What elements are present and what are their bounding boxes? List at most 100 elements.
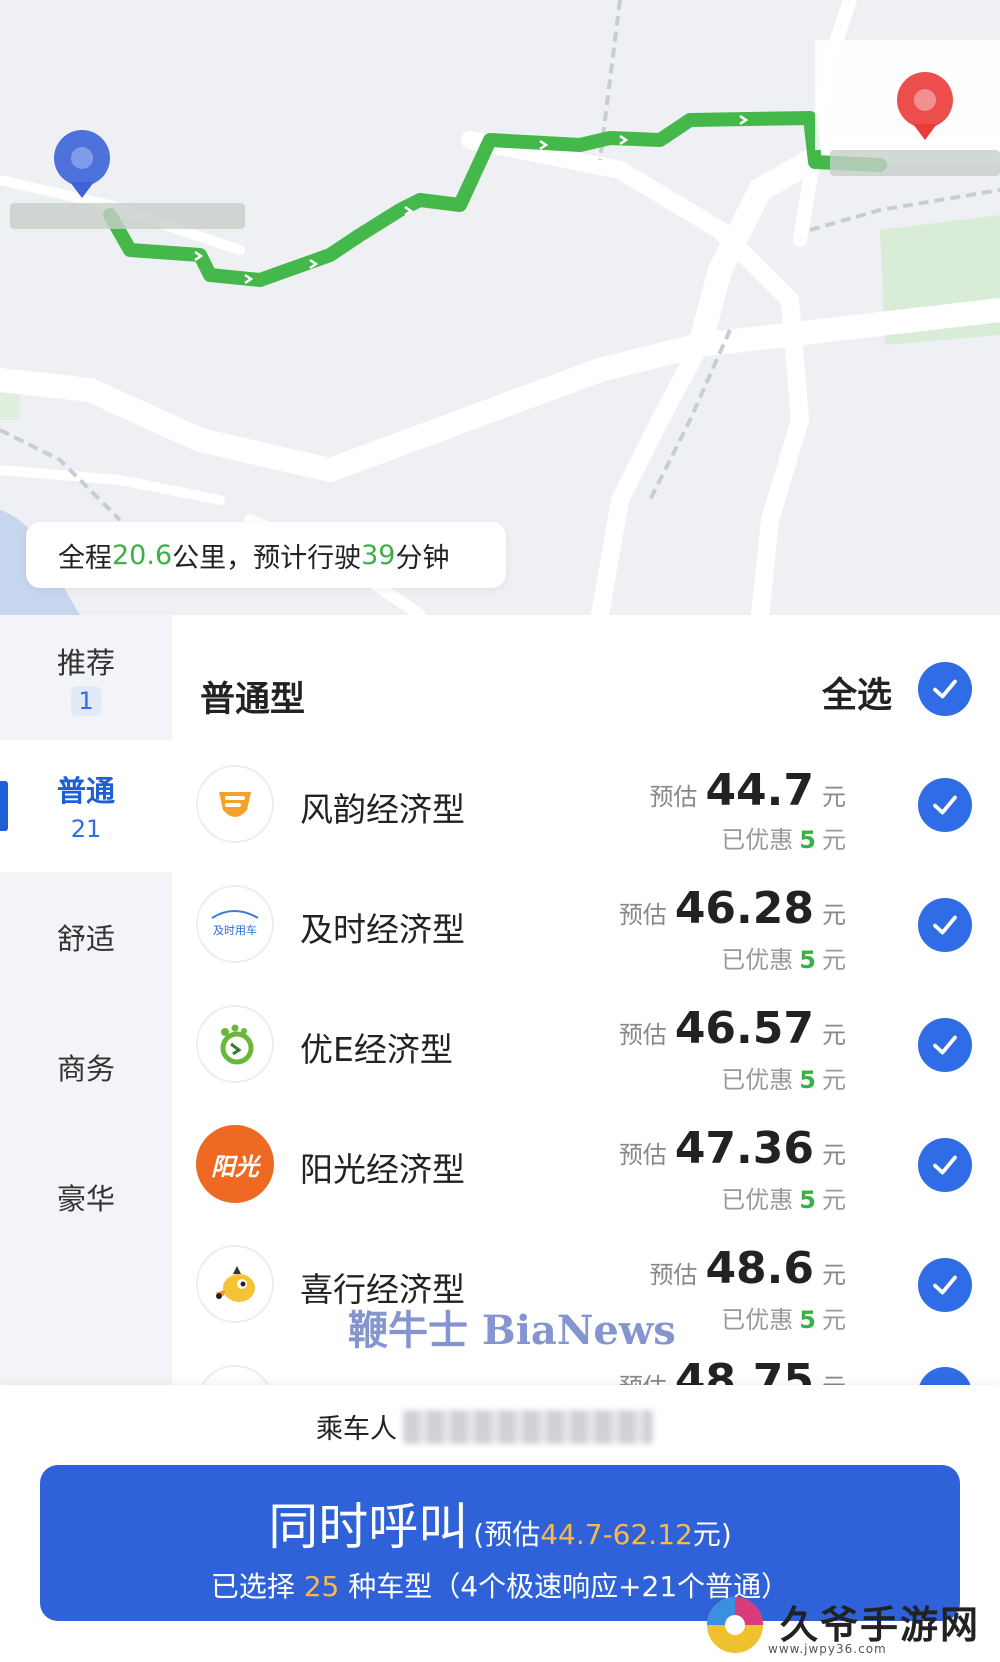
row-checkbox[interactable] (918, 898, 972, 952)
list-title: 普通型 (200, 680, 306, 720)
est-label: 预估 (649, 783, 698, 811)
car-row-fengyun[interactable]: 风韵经济型 预估 44.7 元 已优惠 5 元 (172, 745, 1000, 865)
est-label: 预估 (619, 1367, 667, 1385)
start-pin-icon (54, 130, 110, 198)
discount-label: 已优惠 (721, 946, 794, 974)
check-icon (933, 1275, 957, 1295)
discount-label: 已优惠 (721, 826, 794, 854)
partial-logo-icon (196, 1365, 274, 1385)
sidebar-item-luxury[interactable]: 豪华 (0, 1132, 172, 1262)
est-label: 预估 (618, 1141, 667, 1169)
row-checkbox[interactable] (918, 1138, 972, 1192)
discount-unit: 元 (822, 1066, 846, 1094)
discount-label: 已优惠 (721, 1186, 794, 1214)
call-label: 同时呼叫 (268, 1498, 469, 1556)
watermark-text: 鞭牛士 BiaNews (348, 1307, 676, 1354)
price-line: 预估 47.36 元 (619, 1123, 846, 1174)
discount-value: 5 (799, 1066, 816, 1094)
yangguang-logo-text: 阳光 (211, 1152, 259, 1181)
route-distance: 20.6 (112, 539, 173, 571)
check-icon (933, 679, 957, 699)
select-all-label[interactable]: 全选 (822, 667, 892, 718)
discount-value: 5 (799, 1186, 816, 1214)
sidebar-item-count: 21 (70, 815, 102, 843)
price-line: 预估 48.6 元 (649, 1243, 846, 1294)
price-unit: 元 (822, 1261, 846, 1289)
sidebar-item-comfort[interactable]: 舒适 (0, 872, 172, 1002)
price-line: 预估 46.28 元 (619, 883, 846, 934)
sidebar-item-count: 1 (71, 685, 101, 716)
price-unit: 元 (822, 1021, 846, 1049)
discount-line: 已优惠 5 元 (721, 940, 846, 975)
price-unit: 元 (822, 1141, 846, 1169)
check-icon (933, 1155, 957, 1175)
check-icon (933, 915, 957, 935)
corner-brand-url: www.jwpy36.com (768, 1642, 887, 1656)
car-row-youe[interactable]: 优E经济型 预估 46.57 元 已优惠 5 元 (172, 985, 1000, 1105)
route-map[interactable]: 全程 20.6 公里，预计行驶 39 分钟 (0, 0, 1000, 615)
sidebar-item-label: 普通 (56, 774, 115, 808)
sidebar-item-recommend[interactable]: 推荐 1 (0, 615, 172, 740)
est-price: 46.28 (674, 883, 814, 934)
sidebar-active-indicator (0, 781, 8, 831)
sidebar-item-label: 豪华 (56, 1182, 115, 1216)
call-est-range: 44.7-62.12 (540, 1518, 693, 1551)
rider-selector[interactable]: 乘车人 (316, 1407, 653, 1446)
discount-line: 已优惠 5 元 (721, 1300, 846, 1335)
est-price: 44.7 (705, 765, 814, 816)
corner-brand-text: 久爷手游网 (780, 1603, 981, 1647)
price-line: 预估 46.57 元 (619, 1003, 846, 1054)
car-row-jishi[interactable]: 及时用车 及时经济型 预估 46.28 元 已优惠 5 元 (172, 865, 1000, 985)
discount-line: 已优惠 5 元 (721, 820, 846, 855)
car-name: 及时经济型 (300, 910, 465, 949)
row-checkbox[interactable] (918, 1367, 972, 1385)
price-line: 预估 48.75 元 (619, 1355, 846, 1385)
jishi-logo-icon: 及时用车 (196, 885, 274, 963)
fengyun-logo-icon (196, 765, 274, 843)
car-name: 优E经济型 (300, 1030, 453, 1069)
discount-value: 5 (799, 946, 816, 974)
discount-unit: 元 (822, 1186, 846, 1214)
row-checkbox[interactable] (918, 1018, 972, 1072)
est-price: 47.36 (674, 1123, 814, 1174)
est-price: 48.75 (674, 1355, 814, 1385)
youe-logo-icon (196, 1005, 274, 1083)
yangguang-logo-icon: 阳光 (196, 1125, 274, 1203)
rider-name-blurred (403, 1409, 653, 1444)
sidebar-item-standard[interactable]: 普通 21 (0, 740, 172, 872)
check-icon (933, 1035, 957, 1055)
est-price: 48.6 (705, 1243, 814, 1294)
corner-brand-logo: 久爷手游网 www.jwpy36.com (700, 1590, 1000, 1662)
sidebar-item-label: 商务 (56, 1052, 115, 1086)
price-unit: 元 (822, 901, 846, 929)
sidebar-item-label: 舒适 (56, 922, 115, 956)
price-line: 预估 44.7 元 (649, 765, 846, 816)
est-label: 预估 (618, 1021, 667, 1049)
row-checkbox[interactable] (918, 778, 972, 832)
route-mid-text: 公里，预计行驶 (172, 542, 362, 574)
price-unit: 元 (822, 1367, 846, 1385)
sidebar-item-business[interactable]: 商务 (0, 1002, 172, 1132)
discount-label: 已优惠 (721, 1066, 794, 1094)
call-est-close: 元) (692, 1518, 732, 1551)
xixing-logo-icon (196, 1245, 274, 1323)
sidebar-item-label: 推荐 (56, 645, 115, 680)
discount-unit: 元 (822, 826, 846, 854)
rider-label: 乘车人 (316, 1414, 397, 1445)
est-label: 预估 (649, 1261, 698, 1289)
check-icon (933, 795, 957, 815)
route-suffix: 分钟 (395, 542, 450, 574)
est-price: 46.57 (674, 1003, 814, 1054)
category-sidebar: 推荐 1 普通 21 舒适 商务 豪华 (0, 615, 172, 1385)
select-all-checkbox[interactable] (918, 662, 972, 716)
discount-unit: 元 (822, 946, 846, 974)
discount-line: 已优惠 5 元 (721, 1060, 846, 1095)
car-name: 阳光经济型 (300, 1150, 465, 1189)
car-row-yangguang[interactable]: 阳光 阳光经济型 预估 47.36 元 已优惠 5 元 (172, 1105, 1000, 1225)
car-type-list: 普通型 全选 风韵经济型 预估 44.7 元 已优惠 5 元 及时用车 及时经济型 … (172, 615, 1000, 1385)
est-label: 预估 (618, 901, 667, 929)
row-checkbox[interactable] (918, 1258, 972, 1312)
call-main-text: 同时呼叫 (预估44.7-62.12元) (40, 1487, 960, 1559)
selected-prefix: 已选择 (210, 1570, 295, 1603)
route-duration: 39 (361, 539, 396, 571)
